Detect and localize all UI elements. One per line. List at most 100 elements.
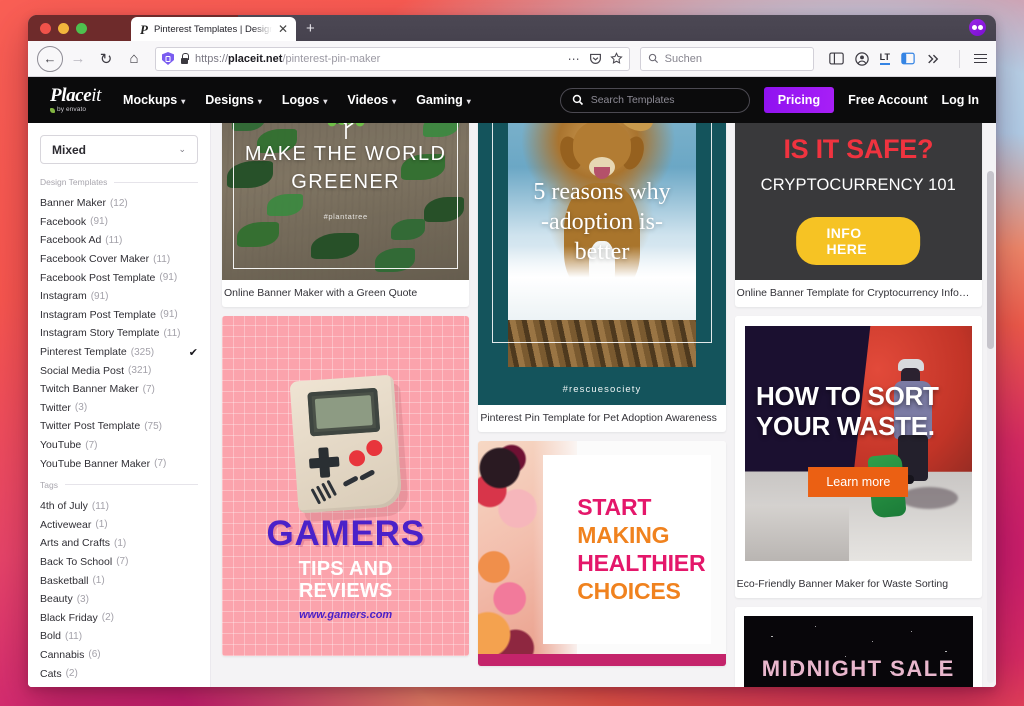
facet-item-activewear[interactable]: Activewear (1) (28, 516, 210, 535)
facet-item-twitch-banner-maker[interactable]: Twitch Banner Maker (7) (28, 380, 210, 399)
template-card-green-quote[interactable]: MAKE THE WORLD GREENER #plantatree Onlin… (222, 123, 470, 307)
nav-item-videos[interactable]: Videos ▾ (347, 93, 396, 107)
close-tab-button[interactable]: ✕ (278, 23, 288, 35)
window-controls[interactable] (40, 23, 87, 34)
facet-item-instagram-story-template[interactable]: Instagram Story Template (11) (28, 324, 210, 343)
orientation-select[interactable]: Mixed ⌄ (40, 135, 198, 164)
page-actions-icon[interactable]: ⋯ (568, 52, 581, 66)
facet-item-facebook-ad[interactable]: Facebook Ad (11) (28, 231, 210, 250)
person-shadow (900, 487, 959, 510)
chevron-down-icon: ▾ (323, 96, 328, 106)
account-icon[interactable] (854, 51, 869, 66)
facet-label: Bold (40, 630, 62, 643)
gameboy-dpad (308, 447, 340, 479)
pocket-icon[interactable] (589, 52, 602, 65)
menu-icon[interactable] (974, 53, 987, 64)
grid-column-1: MAKE THE WORLD GREENER #plantatree Onlin… (222, 123, 470, 687)
reload-button[interactable]: ↻ (93, 46, 119, 72)
chevron-down-icon: ▾ (181, 96, 186, 106)
reader-view-icon[interactable] (828, 52, 844, 65)
facet-item-youtube-banner-maker[interactable]: YouTube Banner Maker (7) (28, 454, 210, 473)
template-card-cryptocurrency[interactable]: IS IT SAFE? CRYPTOCURRENCY 101 INFO HERE… (734, 123, 982, 307)
facet-item-bold[interactable]: Bold (11) (28, 627, 210, 646)
lt-translate-icon[interactable]: LT (879, 52, 890, 65)
page-scrollbar[interactable] (987, 171, 994, 683)
sidebar-icon[interactable] (901, 52, 915, 65)
facet-list-design-templates: Banner Maker (12) Facebook (91) Facebook A… (28, 194, 210, 473)
address-bar[interactable]: https://placeit.net/pinterest-pin-maker … (155, 46, 630, 71)
facet-item-back-to-school[interactable]: Back To School (7) (28, 553, 210, 572)
template-card-gamers[interactable]: GAMERS TIPS AND REVIEWS www.gamers.com (222, 316, 470, 656)
template-card-waste-sorting[interactable]: HOW TO SORT YOUR WASTE. Learn more Eco-F… (734, 316, 982, 598)
facet-item-instagram[interactable]: Instagram (91) (28, 287, 210, 306)
close-window-button[interactable] (40, 23, 51, 34)
facet-count: (7) (116, 556, 129, 568)
facet-item-social-media-post[interactable]: Social Media Post (321) (28, 361, 210, 380)
nav-item-gaming[interactable]: Gaming ▾ (416, 93, 471, 107)
facet-item-banner-maker[interactable]: Banner Maker (12) (28, 194, 210, 213)
facet-item-beauty[interactable]: Beauty (3) (28, 590, 210, 609)
facet-label: Social Media Post (40, 364, 125, 377)
mask-extension-icon[interactable] (969, 19, 986, 36)
facet-item-instagram-post-template[interactable]: Instagram Post Template (91) (28, 306, 210, 325)
gamers-subtitle: TIPS AND REVIEWS (222, 558, 469, 603)
bookmark-star-icon[interactable] (609, 52, 623, 65)
pricing-button[interactable]: Pricing (763, 87, 835, 113)
placeit-logo[interactable]: Placeit by envato (50, 86, 101, 114)
facet-item-twitter-post-template[interactable]: Twitter Post Template (75) (28, 417, 210, 436)
facet-count: (11) (65, 630, 83, 642)
site-search-placeholder: Search Templates (590, 94, 675, 106)
facet-count: (11) (105, 234, 123, 246)
waste-cta-button[interactable]: Learn more (808, 467, 909, 497)
tab-title: Pinterest Templates | Design Te (153, 23, 272, 35)
tracking-protection-shield-icon[interactable] (162, 52, 174, 65)
facet-item-youtube[interactable]: YouTube (7) (28, 436, 210, 455)
log-in-link[interactable]: Log In (942, 93, 980, 107)
browser-tab-active[interactable]: P Pinterest Templates | Design Te ✕ (131, 17, 297, 41)
nav-item-designs[interactable]: Designs ▾ (205, 93, 262, 107)
facet-item-facebook-cover-maker[interactable]: Facebook Cover Maker (11) (28, 250, 210, 269)
nav-item-logos[interactable]: Logos ▾ (282, 93, 328, 107)
facet-item-facebook[interactable]: Facebook (91) (28, 213, 210, 232)
health-line4: CHOICES (577, 578, 681, 605)
facet-item-cannabis[interactable]: Cannabis (6) (28, 646, 210, 665)
template-caption: Pinterest Pin Template for Pet Adoption … (480, 412, 717, 424)
back-button[interactable]: ← (37, 45, 63, 72)
template-card-pet-adoption[interactable]: 5 reasons why -adoption is- better #resc… (478, 123, 726, 432)
facet-item-cats[interactable]: Cats (2) (28, 664, 210, 683)
template-card-healthy-choices[interactable]: START MAKING HEALTHIER CHOICES (478, 441, 726, 666)
facet-item-black-friday[interactable]: Black Friday (2) (28, 608, 210, 627)
gameboy-button-a (365, 439, 383, 457)
crypto-cta-button[interactable]: INFO HERE (796, 217, 921, 265)
nav-item-mockups[interactable]: Mockups ▾ (123, 93, 185, 107)
minimize-window-button[interactable] (58, 23, 69, 34)
facet-item-pinterest-template[interactable]: Pinterest Template (325) ✔ (28, 343, 210, 362)
maximize-window-button[interactable] (76, 23, 87, 34)
facet-label: 4th of July (40, 500, 88, 513)
facet-count: (321) (128, 365, 152, 377)
lock-icon[interactable] (180, 53, 189, 64)
concrete-curb (744, 504, 850, 561)
chevron-down-icon: ▾ (257, 96, 262, 106)
facet-group-header-tags: Tags (28, 480, 210, 490)
new-tab-button[interactable]: + (296, 21, 324, 41)
chevron-double-right-icon[interactable] (926, 53, 940, 65)
brand-tagline: by envato (50, 107, 101, 114)
facet-item-4th-of-july[interactable]: 4th of July (11) (28, 497, 210, 516)
free-account-link[interactable]: Free Account (848, 93, 927, 107)
facet-item-twitter[interactable]: Twitter (3) (28, 399, 210, 418)
facet-count: (91) (90, 290, 109, 302)
gamers-url: www.gamers.com (299, 609, 393, 621)
green-headline: MAKE THE WORLD GREENER (222, 140, 469, 197)
facet-item-arts-and-crafts[interactable]: Arts and Crafts (1) (28, 534, 210, 553)
template-card-midnight-sale[interactable]: MIDNIGHT SALE (734, 607, 982, 687)
grid-column-3: IS IT SAFE? CRYPTOCURRENCY 101 INFO HERE… (734, 123, 982, 687)
facet-item-facebook-post-template[interactable]: Facebook Post Template (91) (28, 268, 210, 287)
site-search-input[interactable]: Search Templates (559, 87, 750, 113)
home-button[interactable]: ⌂ (121, 46, 147, 72)
browser-search-box[interactable]: Suchen (639, 46, 814, 71)
facet-label: Cannabis (40, 648, 85, 661)
forward-button[interactable]: → (65, 46, 91, 72)
scrollbar-thumb[interactable] (987, 171, 994, 349)
facet-item-basketball[interactable]: Basketball (1) (28, 571, 210, 590)
